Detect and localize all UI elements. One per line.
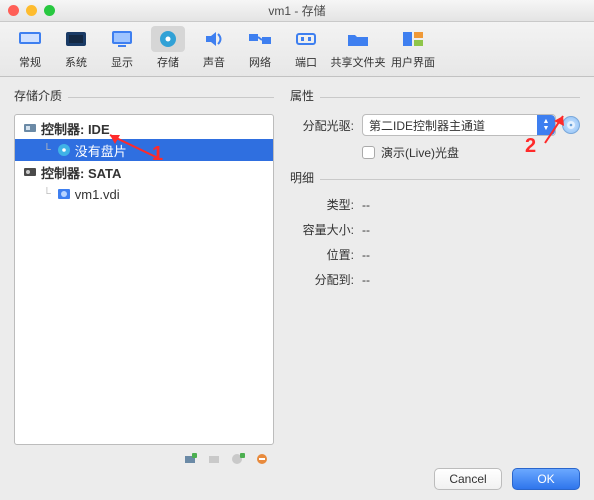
hdd-vm1[interactable]: └ vm1.vdi: [15, 183, 273, 205]
tab-network[interactable]: 网络: [238, 26, 282, 70]
tab-system[interactable]: 系统: [54, 26, 98, 70]
tab-shared-folders-label: 共享文件夹: [330, 54, 386, 70]
detail-attached-value: --: [362, 273, 580, 287]
dialog-footer: Cancel OK: [434, 468, 580, 490]
storage-tree-tools: [14, 445, 274, 467]
tab-ui[interactable]: 用户界面: [388, 26, 438, 70]
tab-shared-folders[interactable]: 共享文件夹: [330, 26, 386, 70]
attributes-title: 属性: [290, 87, 314, 104]
hdd-vm1-label: vm1.vdi: [75, 187, 120, 202]
optical-empty-label: 没有盘片: [75, 141, 127, 160]
cancel-button[interactable]: Cancel: [434, 468, 502, 490]
optical-drive-select[interactable]: 第二IDE控制器主通道 ▲▼: [362, 114, 556, 136]
tree-branch-icon: └: [43, 144, 51, 156]
remove-controller-button[interactable]: [206, 451, 222, 467]
add-attachment-button[interactable]: [230, 451, 246, 467]
tab-general[interactable]: 常规: [8, 26, 52, 70]
tab-storage[interactable]: 存储: [146, 26, 190, 70]
remove-attachment-button[interactable]: [254, 451, 270, 467]
detail-location-value: --: [362, 248, 580, 262]
storage-tree[interactable]: 控制器: IDE └ 没有盘片 控制器: SATA └ vm1.vdi: [14, 114, 274, 445]
optical-empty[interactable]: └ 没有盘片: [15, 139, 273, 161]
select-stepper-icon: ▲▼: [537, 115, 555, 135]
optical-drive-label: 分配光驱:: [290, 117, 362, 134]
storage-media-panel: 存储介质 控制器: IDE └ 没有盘片 控制器: SATA └ vm1.vdi: [14, 87, 274, 467]
ok-button[interactable]: OK: [512, 468, 580, 490]
detail-type-label: 类型:: [290, 196, 362, 213]
hard-disk-icon: [57, 187, 71, 201]
tab-display[interactable]: 显示: [100, 26, 144, 70]
controller-ide-label: 控制器: IDE: [41, 119, 110, 138]
live-cd-checkbox[interactable]: [362, 146, 375, 159]
details-title: 明细: [290, 169, 314, 186]
window-title: vm1 - 存储: [0, 2, 594, 19]
settings-toolbar: 常规 系统 显示 存储 声音 网络 端口 共享文件夹 用户界面: [0, 22, 594, 77]
tab-audio-label: 声音: [192, 54, 236, 70]
live-cd-label: 演示(Live)光盘: [381, 144, 459, 161]
tree-branch-icon: └: [43, 188, 51, 200]
attributes-panel: 属性 分配光驱: 第二IDE控制器主通道 ▲▼ 演示(Live)光盘 明细: [290, 87, 580, 467]
detail-attached-label: 分配到:: [290, 271, 362, 288]
detail-size-value: --: [362, 223, 580, 237]
controller-icon: [23, 121, 37, 135]
tab-storage-label: 存储: [146, 54, 190, 70]
tab-general-label: 常规: [8, 54, 52, 70]
tab-system-label: 系统: [54, 54, 98, 70]
controller-sata[interactable]: 控制器: SATA: [15, 161, 273, 183]
detail-type-value: --: [362, 198, 580, 212]
optical-disc-icon: [57, 143, 71, 157]
tab-ports-label: 端口: [284, 54, 328, 70]
controller-sata-label: 控制器: SATA: [41, 163, 121, 182]
controller-ide[interactable]: 控制器: IDE: [15, 117, 273, 139]
tab-ui-label: 用户界面: [388, 54, 438, 70]
detail-location-label: 位置:: [290, 246, 362, 263]
tab-ports[interactable]: 端口: [284, 26, 328, 70]
tab-network-label: 网络: [238, 54, 282, 70]
titlebar: vm1 - 存储: [0, 0, 594, 22]
optical-drive-value: 第二IDE控制器主通道: [369, 117, 485, 134]
storage-media-title: 存储介质: [14, 87, 62, 104]
controller-icon: [23, 165, 37, 179]
detail-size-label: 容量大小:: [290, 221, 362, 238]
add-controller-button[interactable]: [182, 451, 198, 467]
tab-audio[interactable]: 声音: [192, 26, 236, 70]
tab-display-label: 显示: [100, 54, 144, 70]
disc-icon: [566, 120, 576, 130]
choose-disk-button[interactable]: [562, 116, 580, 134]
